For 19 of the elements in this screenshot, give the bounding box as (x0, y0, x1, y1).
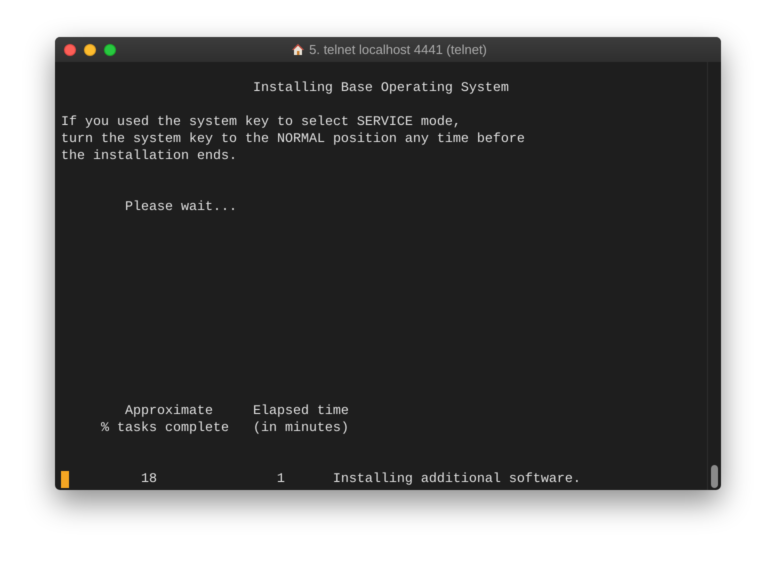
percent-complete: 18 (140, 471, 157, 488)
notice-line: turn the system key to the NORMAL position any time before (61, 131, 525, 148)
cursor-block (61, 471, 69, 488)
column-header: % tasks complete (100, 420, 229, 437)
notice-line: If you used the system key to select SERVICE mode, (61, 114, 461, 131)
status-message: Installing additional software. (332, 471, 581, 488)
wait-message: Please wait... (124, 199, 237, 216)
close-button[interactable] (64, 44, 76, 56)
zoom-button[interactable] (104, 44, 116, 56)
column-header: Approximate (124, 403, 213, 420)
home-icon (291, 43, 306, 56)
scrollbar-thumb[interactable] (711, 465, 718, 488)
column-header: (in minutes) (252, 420, 349, 437)
window-title: 5. telnet localhost 4441 (telnet) (309, 40, 487, 59)
column-header: Elapsed time (252, 403, 349, 420)
screen-heading: Installing Base Operating System (252, 80, 509, 97)
minimize-button[interactable] (84, 44, 96, 56)
notice-line: the installation ends. (61, 148, 237, 165)
elapsed-time: 1 (276, 471, 285, 488)
